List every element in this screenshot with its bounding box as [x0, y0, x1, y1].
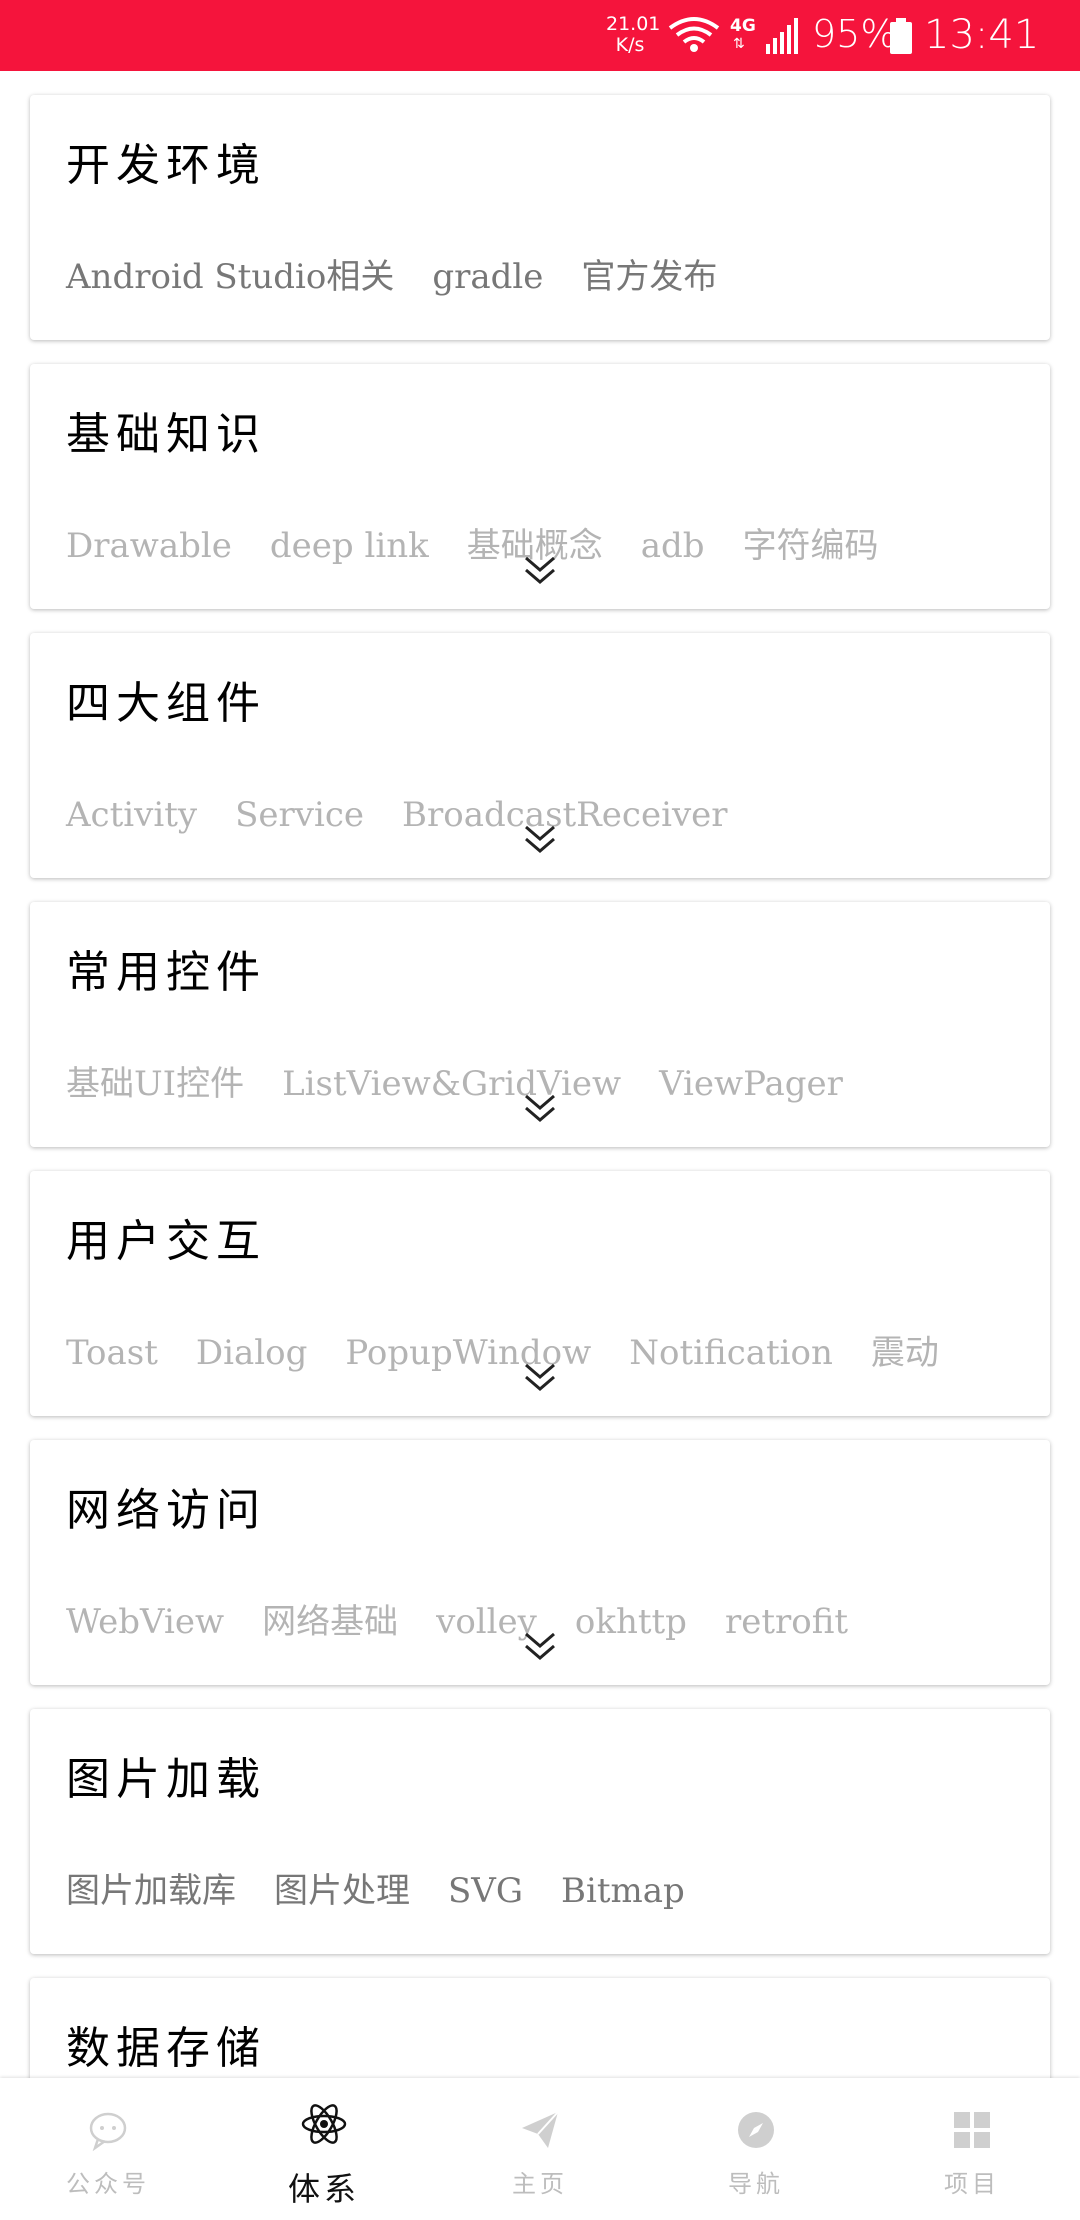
tag-row: Drawable deep link 基础概念 adb 字符编码 — [56, 524, 907, 568]
tag-item[interactable]: adb — [631, 524, 729, 568]
tag-row: Activity Service BroadcastReceiver — [56, 793, 756, 837]
tag-item[interactable]: ListView&GridView — [272, 1062, 645, 1106]
expand-chevron-icon[interactable] — [520, 1092, 560, 1126]
tag-item[interactable]: ViewPager — [649, 1062, 867, 1106]
category-list[interactable]: 开发环境 Android Studio相关 gradle 官方发布 基础知识 D… — [0, 71, 1080, 2078]
tag-item[interactable]: Bitmap — [551, 1869, 709, 1913]
tag-item[interactable]: Activity — [56, 793, 221, 837]
expand-chevron-icon[interactable] — [520, 1361, 560, 1395]
tag-item[interactable]: gradle — [422, 255, 567, 299]
wifi-icon — [668, 17, 720, 52]
status-bar: 21.01 K/s 4G ⇅ 95% 13:41 — [0, 0, 1080, 71]
nav-item-navigation[interactable]: 导航 — [648, 2078, 864, 2220]
battery-percent: 95% — [812, 12, 897, 56]
nav-item-official-accounts[interactable]: 公众号 — [0, 2078, 216, 2220]
signal-strength-icon — [766, 18, 798, 54]
tag-item[interactable]: 网络基础 — [252, 1600, 422, 1644]
network-speed-value: 21.01 — [606, 13, 661, 35]
category-card-widgets[interactable]: 常用控件 基础UI控件 ListView&GridView ViewPager — [30, 902, 1050, 1147]
category-title: 常用控件 — [66, 947, 266, 998]
nav-label: 项目 — [944, 2170, 1000, 2198]
paper-plane-icon — [522, 2111, 559, 2148]
bottom-navigation: 公众号 体系 主页 导航 项目 — [0, 2078, 1080, 2220]
tag-item[interactable]: Dialog — [186, 1331, 332, 1375]
category-title: 用户交互 — [66, 1216, 266, 1267]
tag-row: WebView 网络基础 volley okhttp retrofit — [56, 1600, 876, 1644]
tag-item[interactable]: Toast — [56, 1331, 182, 1375]
tag-item[interactable]: Notification — [619, 1331, 857, 1375]
network-type: 4G — [730, 16, 756, 36]
compass-icon — [738, 2112, 774, 2148]
tag-item[interactable]: 震动 — [861, 1331, 963, 1375]
network-speed-unit: K/s — [615, 34, 645, 56]
category-card-dev-env[interactable]: 开发环境 Android Studio相关 gradle 官方发布 — [30, 95, 1050, 340]
nav-item-projects[interactable]: 项目 — [864, 2078, 1080, 2220]
tag-item[interactable]: okhttp — [565, 1600, 711, 1644]
data-activity-icon: ⇅ — [733, 36, 745, 52]
grid-icon — [954, 2112, 990, 2148]
expand-chevron-icon[interactable] — [520, 823, 560, 857]
category-card-image-loading[interactable]: 图片加载 图片加载库 图片处理 SVG Bitmap — [30, 1709, 1050, 1954]
expand-chevron-icon[interactable] — [520, 1630, 560, 1664]
network-speed: 21.01 K/s — [606, 13, 661, 56]
tag-item[interactable]: Service — [225, 793, 388, 837]
nav-label: 主页 — [512, 2170, 568, 2198]
tag-item[interactable]: 图片处理 — [264, 1869, 434, 1913]
nav-label: 公众号 — [66, 2170, 150, 2198]
tag-row: Android Studio相关 gradle 官方发布 — [56, 255, 745, 299]
battery-icon — [890, 18, 912, 54]
category-card-basics[interactable]: 基础知识 Drawable deep link 基础概念 adb 字符编码 — [30, 364, 1050, 609]
tag-item[interactable]: 字符编码 — [733, 524, 903, 568]
tag-item[interactable]: BroadcastReceiver — [392, 793, 752, 837]
tag-item[interactable]: Drawable — [56, 524, 256, 568]
chat-bubble-icon — [89, 2112, 127, 2152]
nav-item-system[interactable]: 体系 — [216, 2078, 432, 2220]
tag-item[interactable]: 图片加载库 — [56, 1869, 260, 1913]
tag-item[interactable]: PopupWindow — [335, 1331, 615, 1375]
tag-row: 基础UI控件 ListView&GridView ViewPager — [56, 1062, 871, 1106]
category-card-components[interactable]: 四大组件 Activity Service BroadcastReceiver — [30, 633, 1050, 878]
tag-item[interactable]: retrofit — [715, 1600, 872, 1644]
category-title: 数据存储 — [66, 2023, 266, 2074]
tag-item[interactable]: deep link — [260, 524, 453, 568]
nav-label: 导航 — [728, 2170, 784, 2198]
category-title: 网络访问 — [66, 1485, 266, 1536]
category-title: 四大组件 — [66, 678, 266, 729]
category-title: 图片加载 — [66, 1754, 266, 1805]
expand-chevron-icon[interactable] — [520, 554, 560, 588]
category-card-network[interactable]: 网络访问 WebView 网络基础 volley okhttp retrofit — [30, 1440, 1050, 1685]
atom-icon — [301, 2104, 347, 2144]
tag-item[interactable]: 官方发布 — [571, 255, 741, 299]
category-title: 基础知识 — [66, 409, 266, 460]
nav-item-home[interactable]: 主页 — [432, 2078, 648, 2220]
status-time: 13:41 — [924, 12, 1040, 58]
nav-label: 体系 — [287, 2170, 360, 2208]
category-card-interaction[interactable]: 用户交互 Toast Dialog PopupWindow Notificati… — [30, 1171, 1050, 1416]
tag-item[interactable]: SVG — [438, 1869, 547, 1913]
tag-item[interactable]: 基础UI控件 — [56, 1062, 268, 1106]
tag-item[interactable]: WebView — [56, 1600, 248, 1644]
tag-row: 图片加载库 图片处理 SVG Bitmap — [56, 1869, 713, 1913]
tag-item[interactable]: Android Studio相关 — [56, 255, 418, 299]
tag-row: Toast Dialog PopupWindow Notification 震动 — [56, 1331, 967, 1375]
category-title: 开发环境 — [66, 140, 266, 191]
category-card-data-storage[interactable]: 数据存储 — [30, 1978, 1050, 2078]
